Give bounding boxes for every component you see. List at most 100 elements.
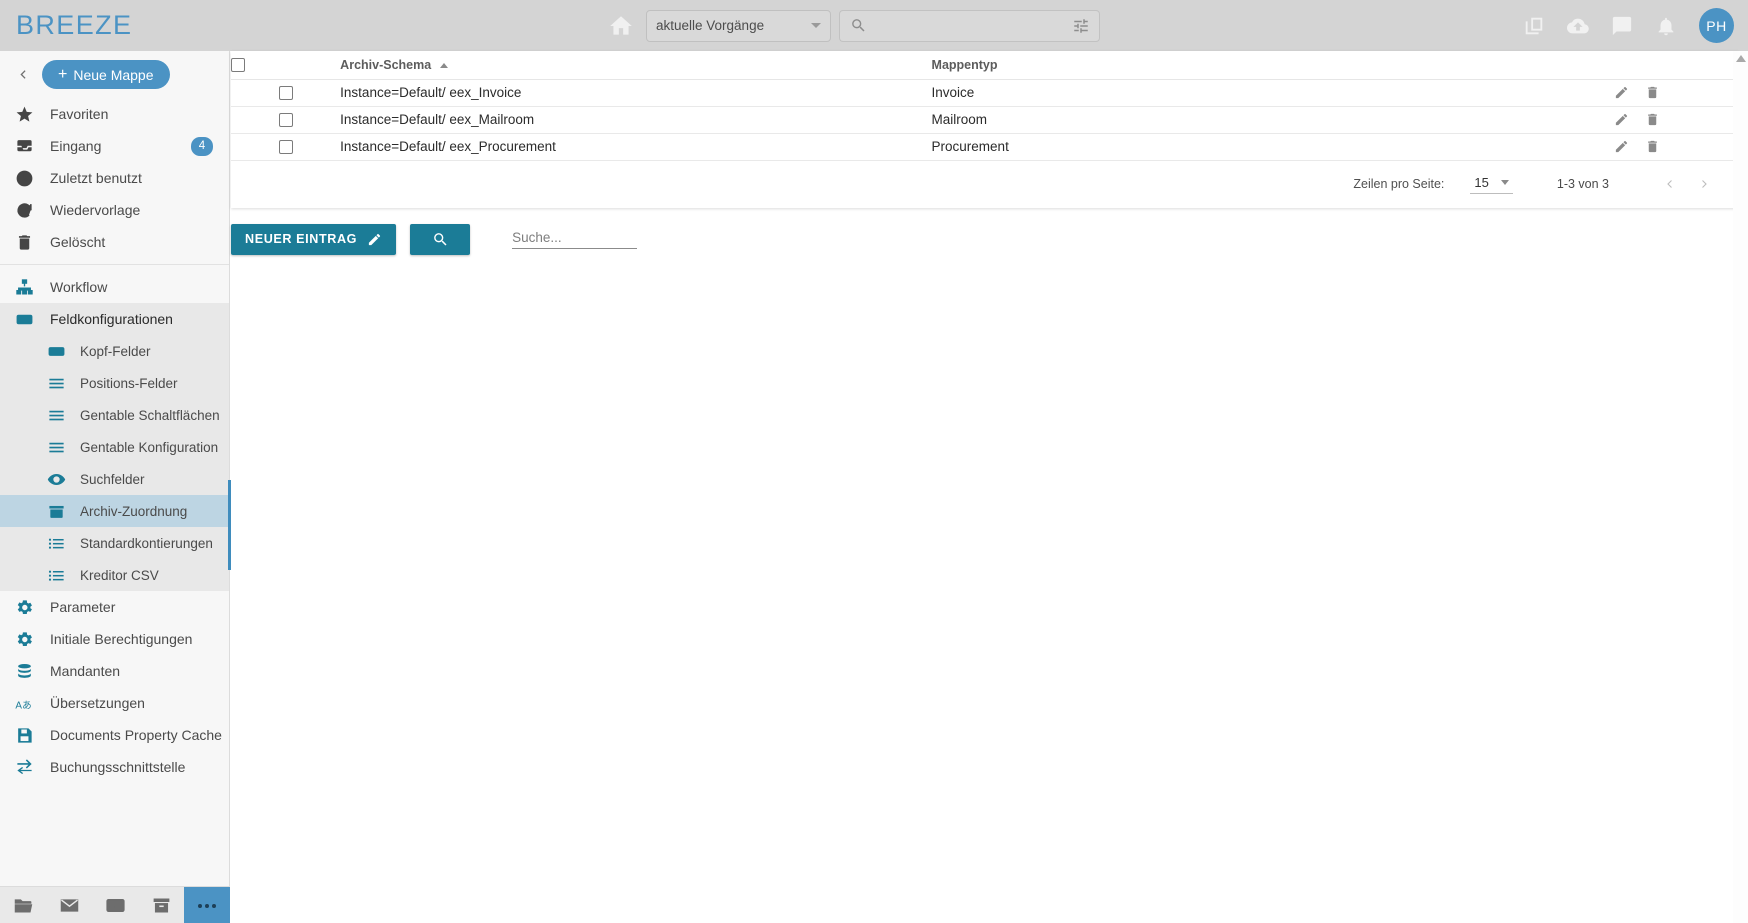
trash-delete-icon[interactable]: [1645, 85, 1660, 100]
more-button[interactable]: [184, 887, 230, 923]
column-header-schema-label: Archiv-Schema: [340, 57, 432, 72]
sidebar-item-uebersetzungen[interactable]: Aあ Übersetzungen: [0, 687, 229, 719]
table-body: Instance=Default/ eex_Invoice Invoice In…: [231, 79, 1739, 161]
gear-icon: [12, 629, 36, 649]
sidebar-item-documents-property-cache[interactable]: Documents Property Cache: [0, 719, 229, 751]
sidebar-item-gentable-schaltflaechen[interactable]: Gentable Schaltflächen: [0, 399, 229, 431]
global-search-input[interactable]: [839, 9, 969, 42]
row-select-cell: [231, 79, 341, 107]
sidebar-item-label: Wiedervorlage: [50, 202, 141, 218]
new-folder-button[interactable]: + Neue Mappe: [42, 60, 170, 89]
database-icon: [12, 661, 36, 681]
context-select[interactable]: aktuelle Vorgänge: [646, 9, 831, 42]
pencil-edit-icon: [368, 233, 381, 245]
copy-windows-icon[interactable]: [1523, 15, 1545, 37]
exchange-arrows-icon: [12, 757, 36, 777]
sidebar-item-positions-felder[interactable]: Positions-Felder: [0, 367, 229, 399]
sidebar-item-label: Positions-Felder: [80, 375, 178, 391]
column-header-schema[interactable]: Archiv-Schema: [340, 51, 932, 80]
new-entry-label: NEUER EINTRAG: [245, 232, 358, 246]
sidebar-item-initiale-berechtigungen[interactable]: Initiale Berechtigungen: [0, 623, 229, 655]
search-input[interactable]: Suche...: [512, 230, 638, 249]
list-bullets-icon: [44, 533, 68, 553]
sidebar-item-mandanten[interactable]: Mandanten: [0, 655, 229, 687]
mail-icon: [60, 899, 78, 912]
scroll-up-arrow-icon[interactable]: [1735, 55, 1746, 62]
sidebar-item-kopf-felder[interactable]: Kopf-Felder: [0, 335, 229, 367]
sidebar-item-label: Archiv-Zuordnung: [80, 503, 188, 519]
avatar[interactable]: PH: [1699, 8, 1734, 43]
column-header-mappentyp[interactable]: Mappentyp: [931, 51, 1614, 80]
pagination-prev-button[interactable]: [1653, 167, 1687, 201]
bell-notification-icon[interactable]: [1655, 15, 1677, 37]
vertical-scrollbar[interactable]: [1733, 51, 1748, 923]
save-disk-icon: [12, 725, 36, 745]
archive-mapping-card: Archiv-Schema Mappentyp Instance=Default…: [231, 51, 1739, 208]
table-row[interactable]: Instance=Default/ eex_Mailroom Mailroom: [231, 106, 1739, 134]
sidebar-item-workflow[interactable]: Workflow: [0, 271, 229, 303]
eye-icon: [44, 469, 68, 489]
archive-button[interactable]: [138, 887, 184, 923]
list-lines-icon: [44, 437, 68, 457]
top-bar: BREEZE aktuelle Vorgänge PH: [0, 0, 1748, 51]
sidebar-item-wiedervorlage[interactable]: Wiedervorlage: [0, 194, 229, 226]
new-entry-button[interactable]: NEUER EINTRAG: [231, 223, 397, 255]
translate-icon: Aあ: [12, 693, 36, 713]
trash-delete-icon[interactable]: [1645, 139, 1660, 154]
sidebar-item-label: Parameter: [50, 599, 116, 615]
sidebar-item-label: Kopf-Felder: [80, 343, 151, 359]
chevron-left-icon: [19, 70, 26, 79]
sidebar-item-eingang[interactable]: Eingang 4: [0, 130, 229, 162]
table-row[interactable]: Instance=Default/ eex_Procurement Procur…: [231, 133, 1739, 161]
search-filter-button[interactable]: [969, 9, 1100, 42]
sidebar-item-badge: 4: [191, 136, 213, 156]
sidebar-collapse-button[interactable]: [12, 64, 34, 86]
rectangle-icon: [12, 309, 36, 329]
cell-schema: Instance=Default/ eex_Invoice: [340, 79, 932, 107]
sidebar-item-standardkontierungen[interactable]: Standardkontierungen: [0, 527, 229, 559]
chevron-right-icon: [1702, 180, 1707, 188]
pencil-edit-icon[interactable]: [1614, 85, 1629, 100]
search-submit-button[interactable]: [410, 223, 471, 255]
sidebar-item-suchfelder[interactable]: Suchfelder: [0, 463, 229, 495]
row-checkbox[interactable]: [278, 140, 293, 155]
cell-mappentyp: Invoice: [931, 79, 1614, 107]
trash-delete-icon[interactable]: [1645, 112, 1660, 127]
row-checkbox[interactable]: [278, 86, 293, 101]
chat-icon[interactable]: [1611, 15, 1633, 37]
tune-filter-icon: [1074, 18, 1088, 33]
cell-schema: Instance=Default/ eex_Mailroom: [340, 106, 932, 134]
sidebar-group-header[interactable]: Feldkonfigurationen: [0, 303, 229, 335]
select-all-checkbox[interactable]: [231, 58, 245, 73]
card-button[interactable]: [92, 887, 138, 923]
row-select-cell: [231, 106, 341, 134]
new-folder-label: Neue Mappe: [73, 66, 154, 83]
sidebar-item-label: Documents Property Cache: [50, 727, 222, 743]
archive-box-icon: [44, 501, 68, 521]
pagination-next-button[interactable]: [1687, 167, 1721, 201]
select-all-cell: [231, 51, 341, 80]
rows-per-page-value: 15: [1474, 174, 1489, 190]
pencil-edit-icon[interactable]: [1614, 112, 1629, 127]
sidebar-item-kreditor-csv[interactable]: Kreditor CSV: [0, 559, 229, 591]
sidebar-item-gentable-konfiguration[interactable]: Gentable Konfiguration: [0, 431, 229, 463]
table-row[interactable]: Instance=Default/ eex_Invoice Invoice: [231, 79, 1739, 107]
home-icon[interactable]: [608, 13, 634, 39]
sidebar-item-buchungsschnittstelle[interactable]: Buchungsschnittstelle: [0, 751, 229, 783]
row-checkbox[interactable]: [278, 113, 293, 128]
sidebar-item-zuletzt-benutzt[interactable]: Zuletzt benutzt: [0, 162, 229, 194]
sidebar-item-label: Initiale Berechtigungen: [50, 631, 193, 647]
sidebar-item-favoriten[interactable]: Favoriten: [0, 98, 229, 130]
list-lines-icon: [44, 405, 68, 425]
clock-icon: [12, 168, 36, 188]
sidebar-item-parameter[interactable]: Parameter: [0, 591, 229, 623]
pencil-edit-icon[interactable]: [1614, 139, 1629, 154]
sidebar-item-geloescht[interactable]: Gelöscht: [0, 226, 229, 258]
cloud-upload-icon[interactable]: [1567, 15, 1589, 37]
folder-open-button[interactable]: [0, 887, 46, 923]
mail-button[interactable]: [46, 887, 92, 923]
cell-schema: Instance=Default/ eex_Procurement: [340, 133, 932, 161]
archive-mapping-table: Archiv-Schema Mappentyp Instance=Default…: [231, 51, 1739, 161]
sidebar-item-archiv-zuordnung[interactable]: Archiv-Zuordnung: [0, 495, 229, 527]
rows-per-page-select[interactable]: 15: [1470, 174, 1513, 194]
